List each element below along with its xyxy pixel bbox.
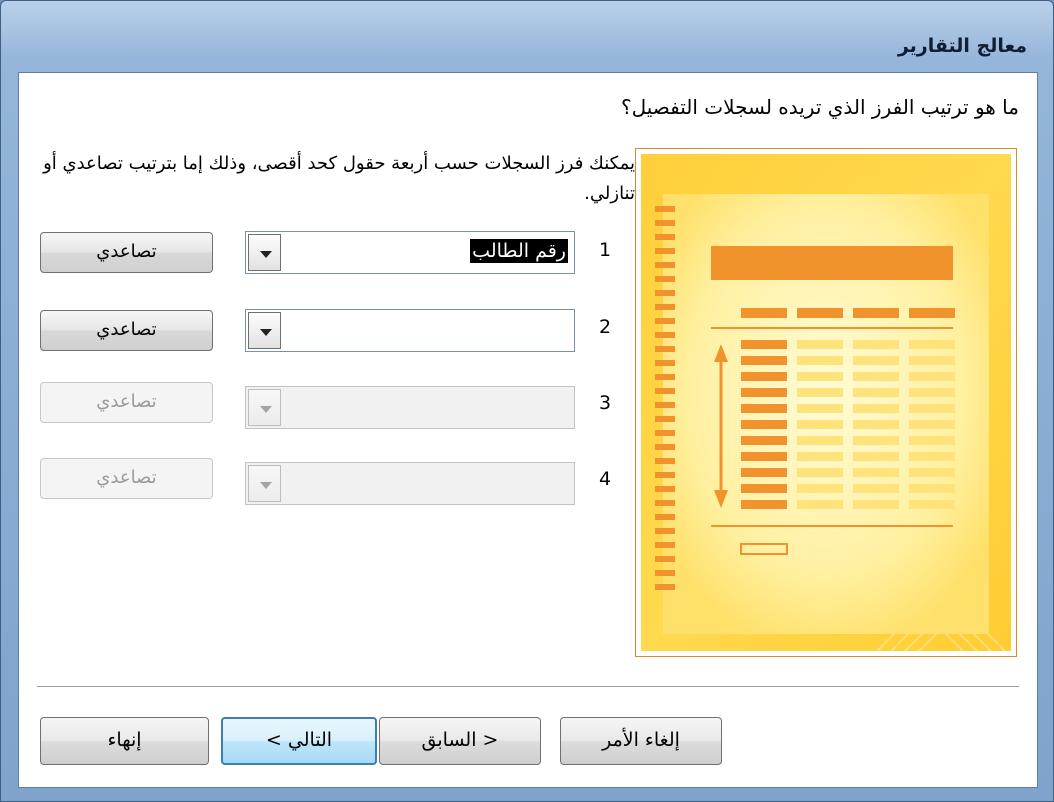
chevron-down-icon[interactable]	[248, 234, 281, 271]
divider	[37, 686, 1019, 688]
report-preview-image	[635, 148, 1017, 657]
report-illustration	[641, 154, 1011, 651]
finish-button[interactable]: إنهاء	[40, 717, 209, 765]
sort-order-button-3: تصاعدي	[40, 382, 213, 423]
sort-field-combo-3	[245, 386, 575, 429]
sort-row-number: 1	[598, 239, 612, 261]
sort-description: يمكنك فرز السجلات حسب أربعة حقول كحد أقص…	[43, 153, 635, 204]
cancel-button[interactable]: إلغاء الأمر	[560, 717, 722, 765]
sort-order-button-4: تصاعدي	[40, 458, 213, 499]
sort-field-value: رقم الطالب	[470, 239, 568, 263]
sort-row-number: 3	[598, 392, 612, 414]
chevron-down-icon	[248, 465, 281, 502]
window-title: معالج التقارير	[897, 35, 1027, 57]
sort-order-button-2[interactable]: تصاعدي	[40, 310, 213, 351]
next-button[interactable]: التالي >	[221, 717, 377, 765]
chevron-down-icon	[248, 389, 281, 426]
back-button[interactable]: < السابق	[379, 717, 541, 765]
chevron-down-icon[interactable]	[248, 312, 281, 349]
sort-field-combo-4	[245, 462, 575, 505]
sort-field-combo-1[interactable]: رقم الطالب	[245, 231, 575, 274]
sort-order-button-1[interactable]: تصاعدي	[40, 232, 213, 273]
sort-field-combo-2[interactable]	[245, 309, 575, 352]
report-wizard-window: معالج التقارير ما هو ترتيب الفرز الذي تر…	[0, 0, 1054, 802]
wizard-panel: ما هو ترتيب الفرز الذي تريده لسجلات التف…	[18, 72, 1038, 788]
sort-row-number: 2	[598, 316, 612, 338]
sort-question: ما هو ترتيب الفرز الذي تريده لسجلات التف…	[621, 95, 1019, 119]
sort-row-number: 4	[598, 468, 612, 490]
